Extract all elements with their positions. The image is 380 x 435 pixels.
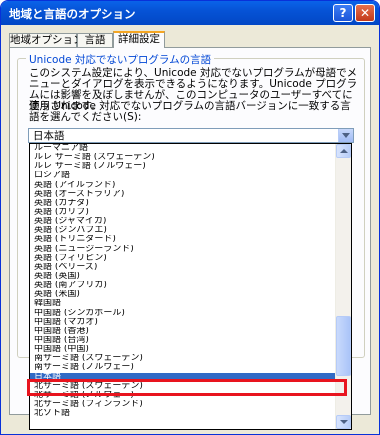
chevron-down-icon	[342, 133, 350, 138]
list-item[interactable]: 中国語 (中国)	[30, 345, 336, 354]
language-options: ルーマニア語 ルレ サーミ語 (スウェーデン) ルレ サーミ語 (ノルウェー) ロシア…	[30, 144, 336, 418]
list-item[interactable]: 英語 (ジンバブエ)	[30, 226, 336, 235]
title-bar[interactable]: 地域と言語のオプション ? ✕	[1, 1, 379, 25]
window-title: 地域と言語のオプション	[9, 7, 136, 21]
list-item[interactable]: 英語 (カナダ)	[30, 199, 336, 208]
regional-options-dialog: 地域と言語のオプション ? ✕ 地域オプション 言語 詳細設定 Unicode …	[0, 0, 380, 435]
list-item[interactable]: 中国語 (香港)	[30, 327, 336, 336]
list-item[interactable]: 南サーミ語 (スウェーデン)	[30, 354, 336, 363]
list-item[interactable]: 英語 (オーストラリア)	[30, 190, 336, 199]
language-select-value: 日本語	[33, 130, 65, 142]
language-prompt: 使う Unicode 対応でないプログラムの言語バージョンに一致する言語を選んで…	[29, 100, 351, 123]
dropdown-button[interactable]	[338, 129, 353, 142]
list-item[interactable]: 北ソト語	[30, 409, 336, 418]
tab-advanced[interactable]: 詳細設定	[113, 31, 165, 48]
list-item[interactable]: 英語 (英国)	[30, 272, 336, 281]
list-item[interactable]: 南サーミ語 (ノルウェー)	[30, 363, 336, 372]
list-item[interactable]: ルレ サーミ語 (スウェーデン)	[30, 153, 336, 162]
list-item[interactable]: 英語 (ジャマイカ)	[30, 217, 336, 226]
close-icon: ✕	[359, 6, 371, 20]
group-title: Unicode 対応でないプログラムの言語	[26, 52, 215, 67]
help-icon: ?	[339, 6, 347, 20]
list-item[interactable]: 英語 (南アフリカ)	[30, 281, 336, 290]
scroll-up-button[interactable]	[336, 144, 351, 158]
scroll-down-button[interactable]	[336, 415, 351, 429]
list-item[interactable]: 中国語 (シンガポール)	[30, 309, 336, 318]
list-item[interactable]: ルレ サーミ語 (ノルウェー)	[30, 162, 336, 171]
help-button[interactable]: ?	[333, 4, 353, 22]
scroll-thumb[interactable]	[336, 316, 351, 376]
list-item[interactable]: 中国語 (台湾)	[30, 336, 336, 345]
list-item[interactable]: 韓国語	[30, 299, 336, 308]
language-select[interactable]: 日本語	[28, 128, 354, 143]
list-item[interactable]: 英語 (ニュージーランド)	[30, 245, 336, 254]
arrow-up-icon	[340, 149, 348, 153]
list-item[interactable]: 英語 (カリブ)	[30, 208, 336, 217]
list-item[interactable]: 北サーミ語 (フィンランド)	[30, 400, 336, 409]
selection-highlight-box	[27, 379, 347, 396]
close-button[interactable]: ✕	[355, 4, 375, 22]
arrow-down-icon	[340, 420, 348, 424]
list-item[interactable]: 英語 (ベリーズ)	[30, 263, 336, 272]
list-item[interactable]: ロシア語	[30, 171, 336, 180]
list-item[interactable]: 中国語 (マカオ)	[30, 318, 336, 327]
list-item[interactable]: 英語 (米国)	[30, 290, 336, 299]
list-item[interactable]: 英語 (フィリピン)	[30, 254, 336, 263]
tab-languages[interactable]: 言語	[77, 33, 113, 47]
tab-regional-options[interactable]: 地域オプション	[9, 33, 84, 47]
list-item[interactable]: 英語 (アイルランド)	[30, 181, 336, 190]
list-item[interactable]: 英語 (トリニダード)	[30, 235, 336, 244]
list-item[interactable]: ルーマニア語	[30, 144, 336, 153]
